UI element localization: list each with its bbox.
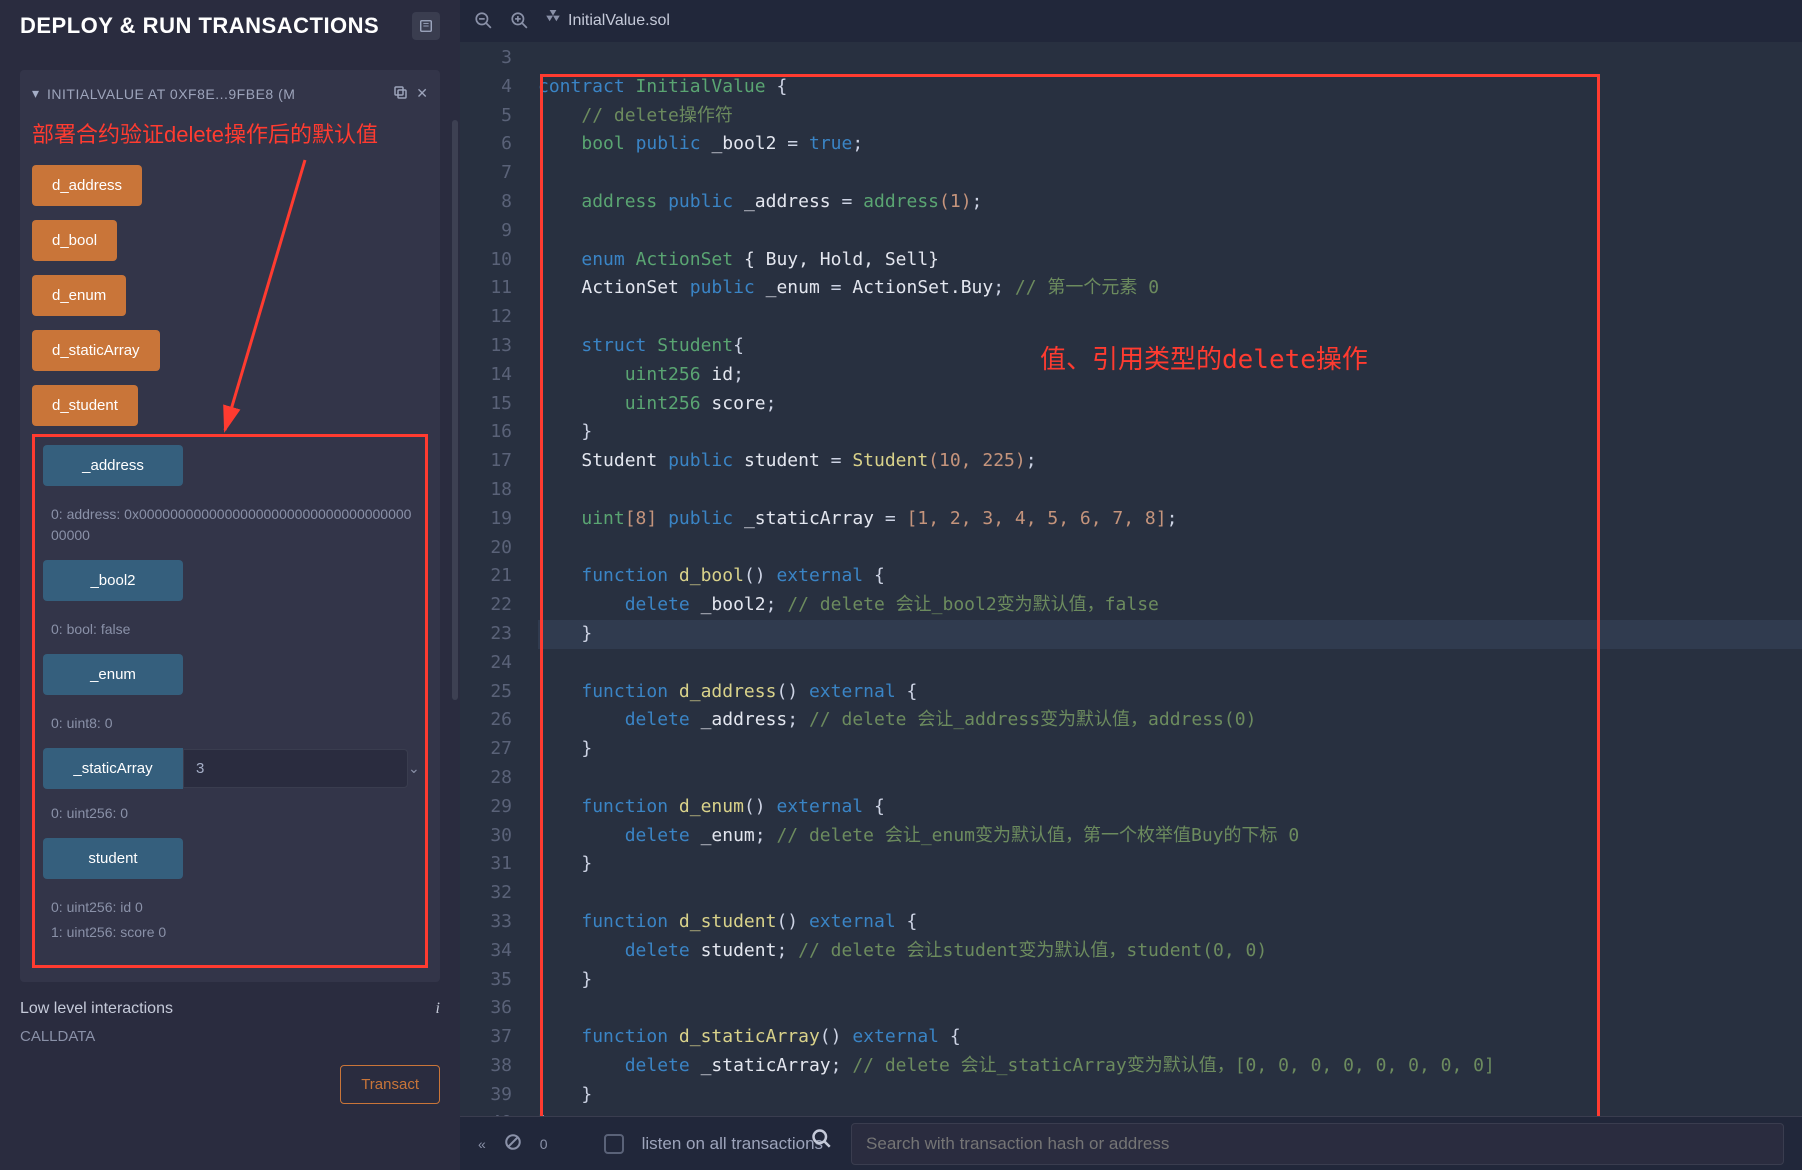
_enum-result: 0: uint8: 0 bbox=[51, 713, 417, 734]
chevron-down-icon: ▾ bbox=[32, 85, 39, 102]
low-level-label: Low level interactions bbox=[20, 1000, 173, 1018]
d_address-button[interactable]: d_address bbox=[32, 165, 142, 206]
line-gutter: 3456789101112131415161718192021222324252… bbox=[460, 42, 532, 1116]
static-array-result: 0: uint256: 0 bbox=[51, 803, 417, 824]
code-editor[interactable]: 3456789101112131415161718192021222324252… bbox=[460, 42, 1802, 1116]
contract-instance: ▾ INITIALVALUE AT 0XF8E...9FBE8 (M ✕ 部署合… bbox=[20, 70, 440, 982]
d_enum-button[interactable]: d_enum bbox=[32, 275, 126, 316]
editor-toolbar: InitialValue.sol bbox=[460, 0, 1802, 42]
info-icon[interactable]: i bbox=[436, 1000, 440, 1018]
filename-label: InitialValue.sol bbox=[568, 12, 670, 30]
d_student-button[interactable]: d_student bbox=[32, 385, 138, 426]
search-icon[interactable] bbox=[811, 1128, 831, 1151]
solidity-icon bbox=[546, 10, 560, 33]
d_staticArray-button[interactable]: d_staticArray bbox=[32, 330, 160, 371]
d_bool-button[interactable]: d_bool bbox=[32, 220, 117, 261]
listen-label: listen on all transactions bbox=[642, 1134, 823, 1154]
panel-title: DEPLOY & RUN TRANSACTIONS bbox=[20, 13, 379, 39]
tx-search-input[interactable] bbox=[851, 1123, 1784, 1165]
_address-button[interactable]: _address bbox=[43, 445, 183, 486]
clear-icon[interactable] bbox=[504, 1133, 522, 1154]
zoom-out-icon[interactable] bbox=[474, 11, 492, 32]
_address-result: 0: address: 0x00000000000000000000000000… bbox=[51, 504, 417, 546]
close-icon[interactable]: ✕ bbox=[416, 85, 428, 102]
contract-name: INITIALVALUE AT 0XF8E...9FBE8 (M bbox=[47, 86, 384, 102]
static-array-input[interactable] bbox=[183, 749, 408, 788]
panel-book-icon[interactable] bbox=[412, 12, 440, 40]
calldata-label: CALLDATA bbox=[20, 1028, 440, 1045]
student-button[interactable]: student bbox=[43, 838, 183, 879]
annotation-deploy: 部署合约验证delete操作后的默认值 bbox=[32, 117, 428, 149]
contract-header[interactable]: ▾ INITIALVALUE AT 0XF8E...9FBE8 (M ✕ bbox=[32, 84, 428, 103]
student-result-1: 1: uint256: score 0 bbox=[51, 922, 417, 943]
student-result-0: 0: uint256: id 0 bbox=[51, 897, 417, 918]
code-area[interactable]: contract InitialValue { // delete操作符 boo… bbox=[532, 42, 1802, 1116]
static-array-button[interactable]: _staticArray bbox=[43, 748, 183, 789]
_enum-button[interactable]: _enum bbox=[43, 654, 183, 695]
panel-scrollbar[interactable] bbox=[452, 120, 458, 700]
copy-icon[interactable] bbox=[392, 84, 408, 103]
chevron-down-icon[interactable]: ⌄ bbox=[408, 760, 420, 777]
zoom-in-icon[interactable] bbox=[510, 11, 528, 32]
listen-checkbox[interactable] bbox=[604, 1134, 624, 1154]
pending-count: 0 bbox=[540, 1136, 548, 1152]
terminal-bar: « 0 listen on all transactions bbox=[460, 1116, 1802, 1170]
file-tab[interactable]: InitialValue.sol bbox=[546, 10, 670, 33]
_bool2-result: 0: bool: false bbox=[51, 619, 417, 640]
deploy-run-panel: DEPLOY & RUN TRANSACTIONS ▾ INITIALVALUE… bbox=[0, 0, 460, 1170]
result-highlight-box: _address 0: address: 0x000000000000000000… bbox=[32, 434, 428, 968]
collapse-icon[interactable]: « bbox=[478, 1136, 486, 1152]
transact-button[interactable]: Transact bbox=[340, 1065, 440, 1104]
_bool2-button[interactable]: _bool2 bbox=[43, 560, 183, 601]
